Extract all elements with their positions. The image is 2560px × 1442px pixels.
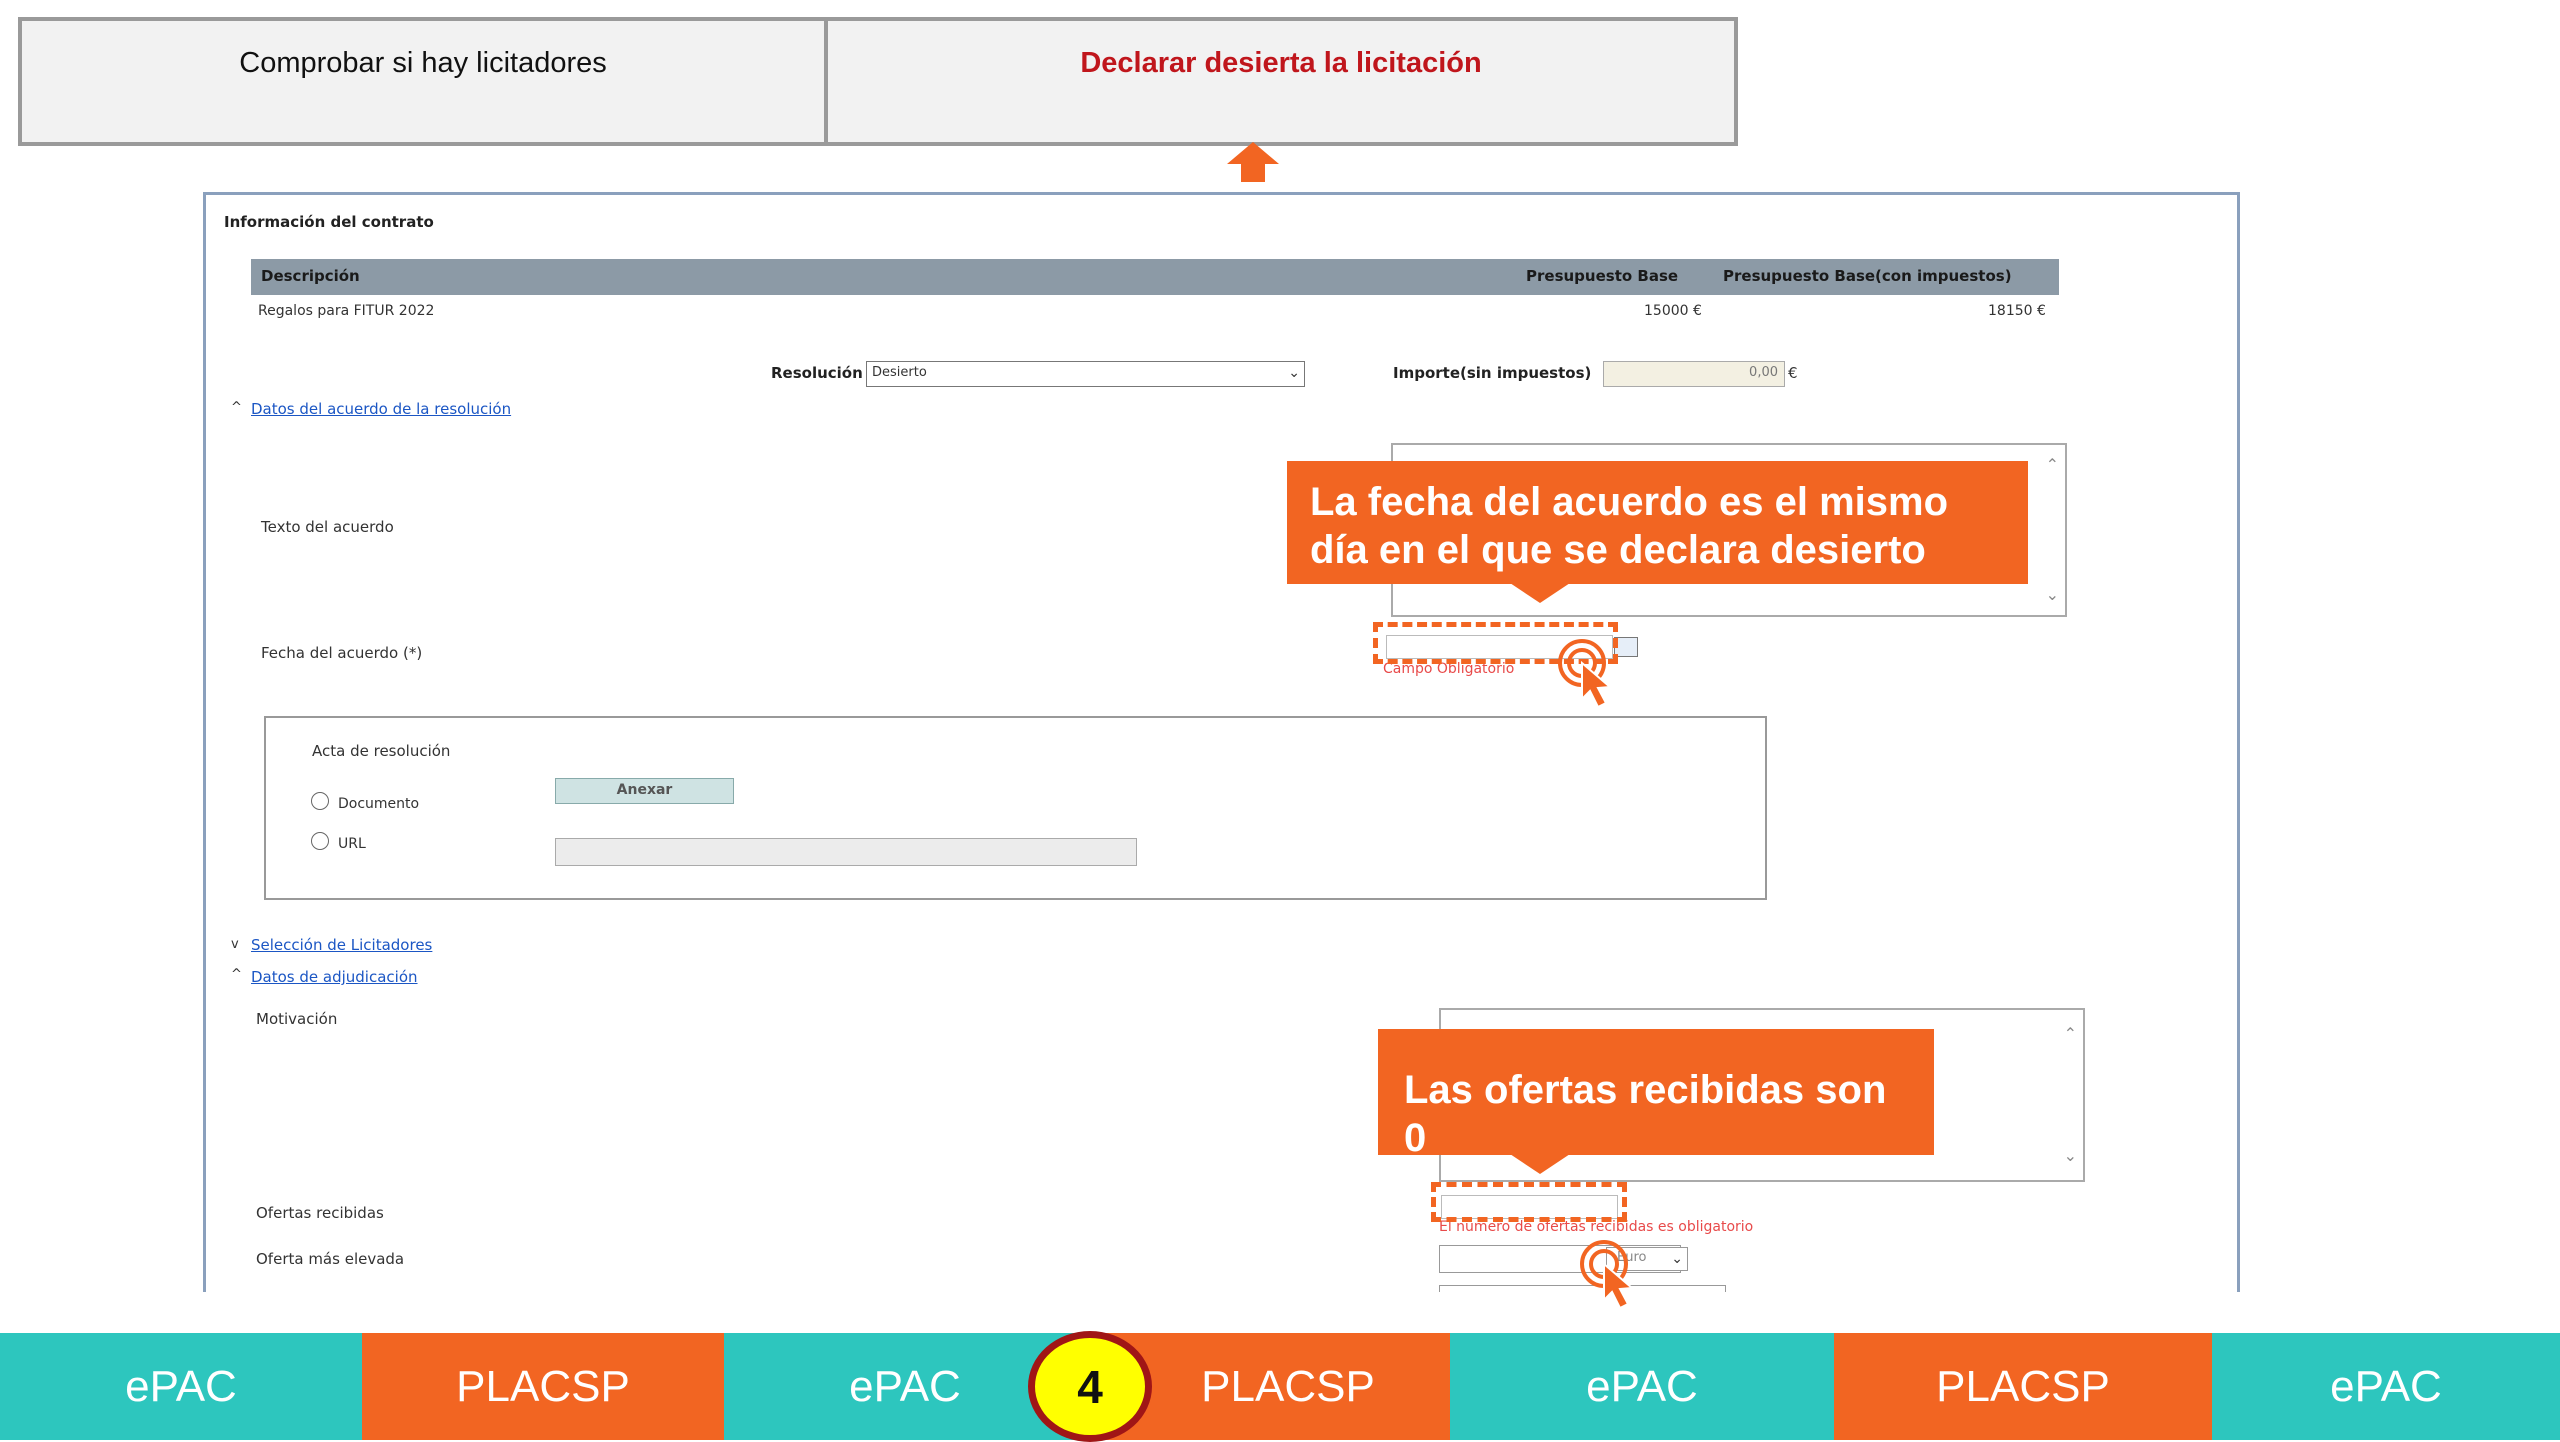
contract-form-panel: Información del contrato Descripción Pre…: [203, 192, 2240, 1292]
ofertas-callout: Las ofertas recibidas son 0: [1378, 1029, 1934, 1160]
importe-unit: €: [1788, 364, 1798, 382]
importe-input[interactable]: 0,00: [1603, 361, 1785, 387]
table-header-cell: Presupuesto Base: [1516, 259, 1716, 295]
step-tab-label: Declarar desierta la licitación: [1080, 47, 1482, 79]
anexar-button[interactable]: Anexar: [555, 778, 734, 804]
click-pointer-icon: [1580, 1240, 1635, 1310]
step-tab-check-bidders[interactable]: Comprobar si hay licitadores: [18, 17, 828, 146]
chevron-down-icon[interactable]: v: [231, 937, 239, 952]
bar-item-placsp: PLACSP: [1834, 1333, 2212, 1440]
url-input[interactable]: [555, 838, 1137, 866]
adjudicacion-link[interactable]: Datos de adjudicación: [251, 968, 418, 986]
chevron-up-icon[interactable]: ^: [231, 967, 242, 982]
motivacion-label: Motivación: [256, 1010, 338, 1028]
chevron-up-icon[interactable]: ^: [231, 400, 242, 415]
ofertas-recibidas-label: Ofertas recibidas: [256, 1204, 384, 1222]
resolucion-label: Resolución: [771, 364, 863, 382]
table-cell-description: Regalos para FITUR 2022: [258, 303, 435, 319]
oferta-elevada-label: Oferta más elevada: [256, 1250, 405, 1268]
seleccion-licitadores-link[interactable]: Selección de Licitadores: [251, 936, 432, 954]
callout-tail: [1510, 1154, 1570, 1174]
fecha-callout-text: La fecha del acuerdo es el mismo día en …: [1310, 480, 1949, 572]
fecha-acuerdo-label: Fecha del acuerdo (*): [261, 644, 423, 662]
section-title: Información del contrato: [224, 213, 434, 231]
scroll-down-icon[interactable]: ⌄: [2064, 1146, 2077, 1166]
up-arrow-icon: [1227, 142, 1279, 182]
resolucion-value: Desierto: [872, 365, 927, 380]
table-header-cell: Descripción: [251, 259, 1519, 295]
acuerdo-section-link[interactable]: Datos del acuerdo de la resolución: [251, 400, 511, 418]
bar-item-placsp: PLACSP: [362, 1333, 724, 1440]
bar-item-epac: ePAC: [0, 1333, 362, 1440]
acta-label: Acta de resolución: [312, 742, 451, 760]
table-cell-base-tax: 18150 €: [1988, 303, 2046, 319]
chevron-down-icon: ⌄: [1288, 364, 1300, 380]
url-radio[interactable]: [311, 832, 329, 850]
table-cell-base: 15000 €: [1644, 303, 1702, 319]
acta-resolucion-box: Acta de resolución Documento URL Anexar: [264, 716, 1767, 900]
ofertas-highlight: [1431, 1182, 1627, 1222]
texto-acuerdo-label: Texto del acuerdo: [261, 518, 394, 536]
importe-label: Importe(sin impuestos): [1393, 364, 1592, 382]
url-label: URL: [338, 836, 366, 852]
scroll-up-icon[interactable]: ⌃: [2064, 1024, 2077, 1044]
step-number-badge: 4: [1028, 1331, 1152, 1442]
documento-label: Documento: [338, 796, 420, 812]
table-header-cell: Presupuesto Base(con impuestos): [1713, 259, 2059, 295]
scroll-down-icon[interactable]: ⌄: [2046, 585, 2059, 605]
bar-item-epac: ePAC: [2212, 1333, 2560, 1440]
callout-tail: [1510, 583, 1570, 603]
scroll-up-icon[interactable]: ⌃: [2046, 455, 2059, 475]
resolucion-select[interactable]: Desierto ⌄: [866, 361, 1305, 387]
ofertas-callout-text: Las ofertas recibidas son 0: [1404, 1068, 1887, 1160]
click-pointer-icon: [1558, 639, 1613, 709]
chevron-down-icon: ⌄: [1671, 1250, 1683, 1266]
step-tab-declare-void[interactable]: Declarar desierta la licitación: [824, 17, 1738, 146]
fecha-callout: La fecha del acuerdo es el mismo día en …: [1287, 461, 2028, 584]
importe-value: 0,00: [1749, 365, 1778, 380]
documento-radio[interactable]: [311, 792, 329, 810]
bar-item-epac: ePAC: [1450, 1333, 1834, 1440]
step-tab-label: Comprobar si hay licitadores: [239, 47, 607, 79]
